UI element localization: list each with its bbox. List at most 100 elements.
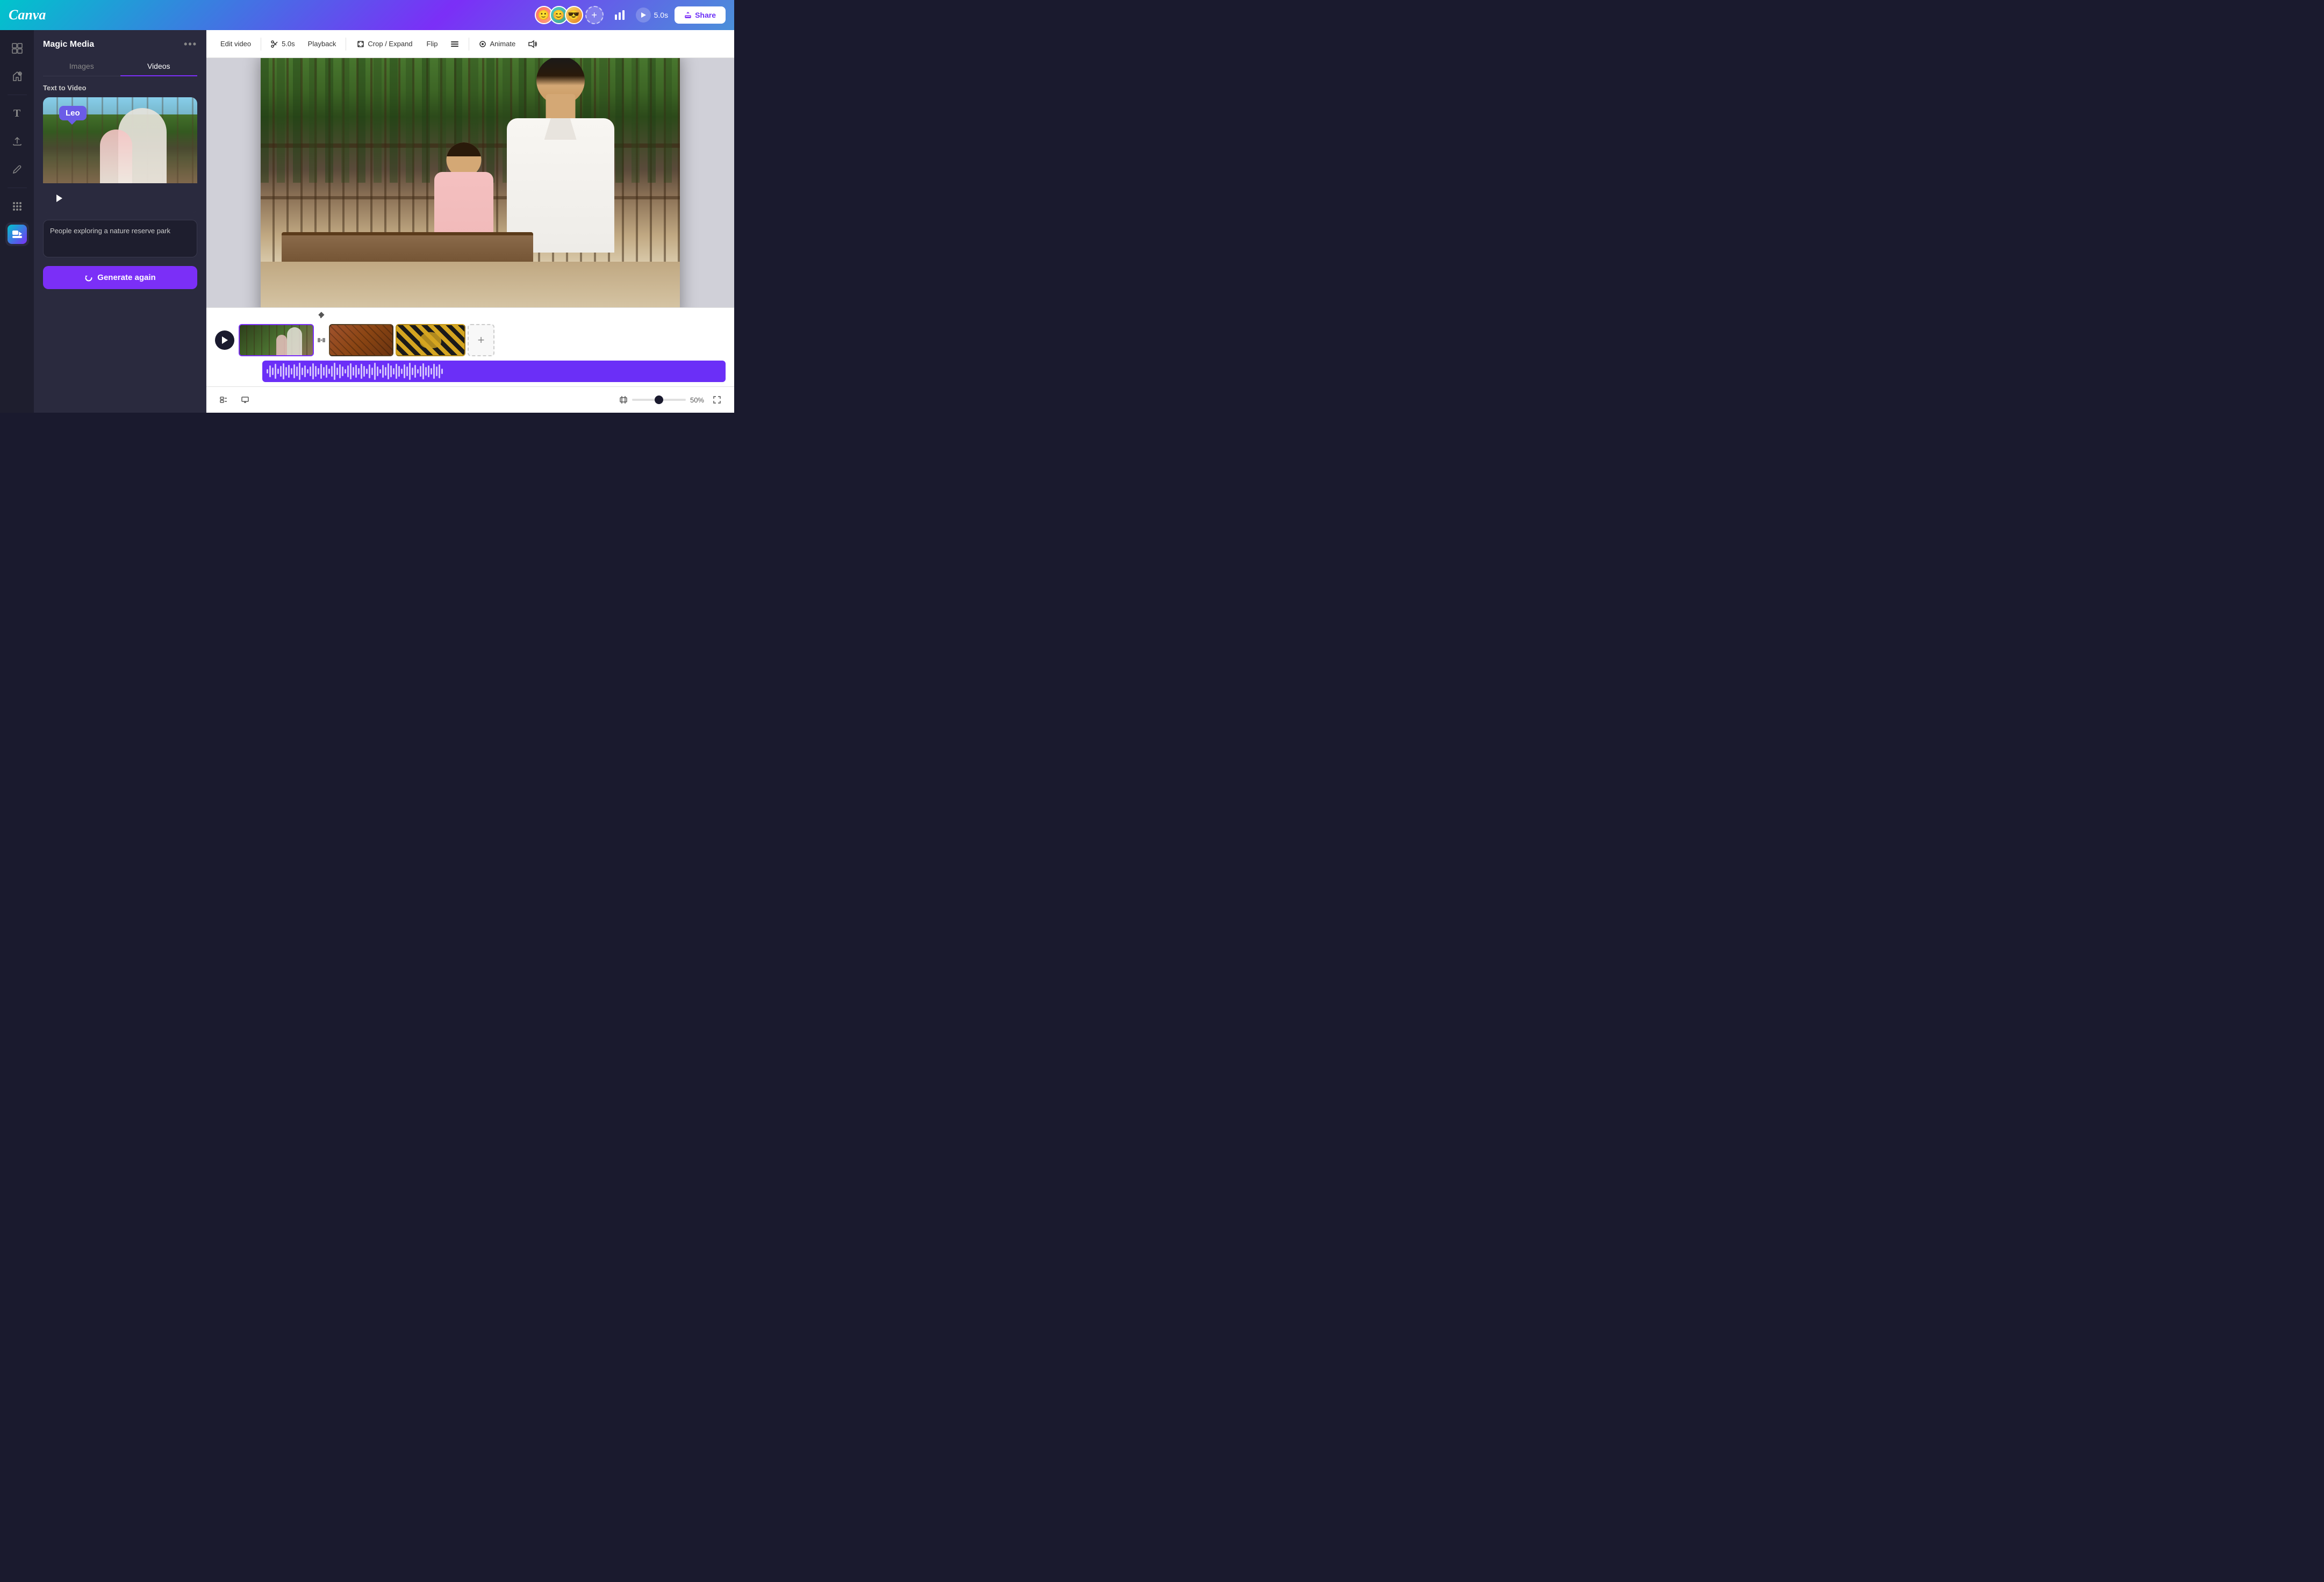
sidebar-item-grid[interactable] — [5, 37, 29, 60]
wave-bar — [336, 368, 338, 375]
wave-bar — [417, 369, 419, 373]
header-play-button[interactable] — [636, 8, 651, 23]
sidebar-item-upload[interactable] — [5, 130, 29, 153]
audio-track[interactable] — [262, 361, 726, 382]
collaborator-avatars: 🙂 😊 😎 + — [535, 6, 604, 24]
avatar-3[interactable]: 😎 — [565, 6, 583, 24]
canva-logo: Canva — [9, 7, 46, 23]
wave-bar — [296, 366, 298, 376]
header-right: 🙂 😊 😎 + 5.0s — [535, 5, 726, 25]
preview-play-button[interactable] — [52, 191, 67, 206]
wave-bar — [374, 363, 376, 380]
canvas-toolbar: Edit video 5.0s Playback — [206, 30, 734, 58]
video-main-image — [261, 58, 680, 307]
timeline-expand-button[interactable] — [708, 391, 726, 408]
person-child — [100, 130, 132, 183]
generate-again-button[interactable]: Generate again — [43, 266, 197, 289]
ground — [261, 262, 680, 307]
wave-bar — [361, 364, 362, 379]
wave-bar — [293, 364, 295, 378]
timeline-bottom-bar: 50% — [206, 386, 734, 413]
wave-bar — [334, 363, 335, 380]
sidebar-item-elements[interactable] — [5, 64, 29, 88]
flip-button[interactable]: Flip — [421, 37, 443, 51]
edit-video-button[interactable]: Edit video — [215, 37, 256, 51]
wave-bar — [326, 365, 327, 378]
wave-bar — [385, 367, 386, 376]
wave-bar — [366, 369, 368, 374]
timeline-screen-view-button[interactable] — [236, 391, 254, 408]
zoom-level-label: 50% — [690, 396, 704, 404]
clip-transition-1[interactable] — [316, 335, 327, 346]
header-duration: 5.0s — [654, 11, 668, 19]
timeline-play-button[interactable] — [215, 330, 234, 350]
crop-expand-button[interactable]: Crop / Expand — [350, 37, 419, 51]
play-duration-control[interactable]: 5.0s — [636, 8, 668, 23]
video-controls-bar — [43, 183, 197, 213]
zoom-control: 50% — [619, 391, 726, 408]
wave-bar — [353, 367, 354, 376]
video-canvas — [206, 58, 734, 307]
wave-bar — [272, 368, 274, 375]
wave-bar — [285, 367, 287, 376]
sidebar-item-apps[interactable] — [5, 195, 29, 218]
generate-label: Generate again — [97, 273, 155, 282]
sidebar: T — [0, 30, 34, 413]
wave-bar — [358, 368, 360, 375]
wave-bar — [310, 366, 311, 376]
wave-bar — [277, 369, 279, 374]
wave-bar — [420, 366, 421, 377]
user-cursor-tooltip: Leo — [59, 106, 87, 120]
tab-images[interactable]: Images — [43, 56, 120, 76]
wave-bar — [331, 366, 333, 377]
wave-bar — [315, 366, 317, 377]
clip-1[interactable] — [239, 324, 314, 356]
share-button[interactable]: Share — [675, 6, 726, 24]
sidebar-item-magic-media[interactable] — [5, 222, 29, 246]
wave-bar — [398, 366, 400, 377]
video-preview-card: Leo — [43, 97, 197, 213]
wave-bar — [345, 369, 346, 373]
wave-bar — [396, 364, 397, 379]
magic-media-panel: Magic Media ••• Images Videos Text to Vi… — [34, 30, 206, 413]
tab-videos[interactable]: Videos — [120, 56, 198, 76]
wave-bar — [428, 365, 429, 377]
app-header: Canva 🙂 😊 😎 + — [0, 0, 734, 30]
wave-bar — [355, 365, 357, 378]
sidebar-item-text[interactable]: T — [5, 102, 29, 125]
child-hair — [447, 142, 482, 156]
fit-screen-control — [619, 396, 628, 404]
wave-bar — [328, 369, 330, 374]
wave-bar — [302, 368, 303, 375]
add-clip-button[interactable]: + — [468, 324, 494, 356]
video-thumbnail: Leo — [43, 97, 197, 183]
add-collaborator-button[interactable]: + — [585, 6, 604, 24]
cursor-diamond — [318, 312, 324, 318]
wave-bar — [275, 364, 276, 379]
wave-bar — [431, 368, 432, 375]
wave-bar — [436, 366, 437, 376]
animate-button[interactable]: Animate — [474, 37, 521, 51]
cut-button[interactable]: 5.0s — [266, 37, 300, 51]
analytics-icon[interactable] — [610, 5, 629, 25]
panel-title: Magic Media — [43, 40, 94, 49]
wave-bar — [280, 366, 282, 377]
clip-2[interactable] — [329, 324, 393, 356]
wave-bar — [291, 368, 292, 375]
zoom-slider[interactable] — [632, 399, 686, 401]
wave-bar — [382, 365, 384, 378]
video-frame[interactable] — [261, 58, 680, 307]
waveform — [267, 363, 721, 380]
playback-button[interactable]: Playback — [303, 37, 342, 51]
clip-3[interactable] — [396, 324, 465, 356]
panel-more-button[interactable]: ••• — [184, 39, 197, 50]
timeline-list-view-button[interactable] — [215, 391, 232, 408]
wave-bar — [299, 363, 300, 380]
wave-bar — [350, 363, 352, 379]
sound-button[interactable] — [523, 37, 542, 52]
text-prompt-input[interactable]: People exploring a nature reserve park — [43, 220, 197, 257]
media-tabs: Images Videos — [43, 56, 197, 76]
menu-button[interactable] — [445, 37, 464, 52]
wave-bar — [414, 365, 416, 378]
sidebar-item-draw[interactable] — [5, 157, 29, 181]
